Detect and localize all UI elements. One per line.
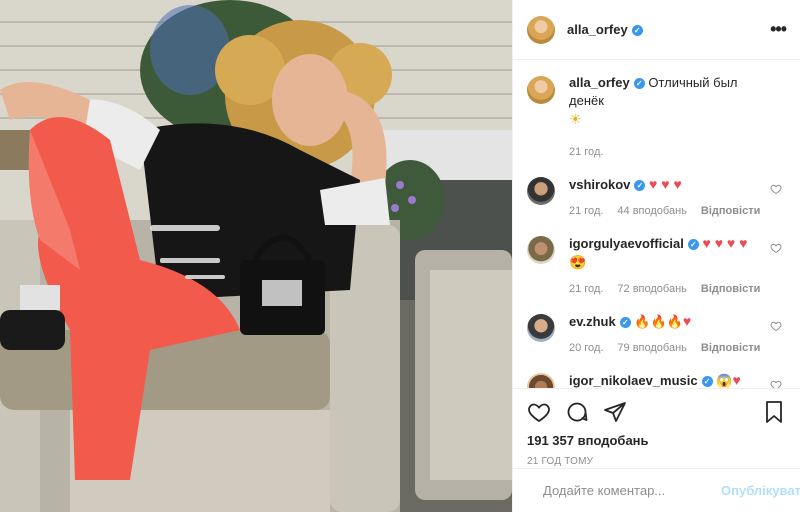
action-icons [527, 395, 786, 429]
post-timestamp[interactable]: 21 год тому [527, 456, 786, 467]
like-comment-heart-icon[interactable] [770, 242, 782, 254]
reply-button[interactable]: Відповісти [701, 202, 760, 220]
username-text[interactable]: alla_orfey [567, 22, 628, 37]
avatar[interactable] [527, 76, 555, 104]
caption-row: alla_orfey ✓ Отличный был денёк ☀ 21 год. [527, 74, 784, 161]
likes-count[interactable]: 191 357 вподобань [527, 433, 786, 448]
post-username[interactable]: alla_orfey ✓ [567, 22, 643, 37]
like-comment-heart-icon[interactable] [770, 320, 782, 332]
comment-row: igor_nikolaev_music ✓ 😱♥ [527, 371, 784, 388]
more-options-icon[interactable]: ••• [770, 19, 787, 40]
post-actions: 191 357 вподобань 21 год тому Опублікува… [513, 388, 800, 512]
comment-likes[interactable]: 79 вподобань [617, 339, 686, 357]
verified-badge-icon: ✓ [634, 180, 646, 191]
comment-likes[interactable]: 44 вподобань [617, 202, 686, 220]
comment-meta: 21 год. 72 вподобань Відповісти [569, 280, 766, 298]
comment-input[interactable] [541, 482, 721, 499]
comment-time[interactable]: 21 год. [569, 202, 603, 220]
reply-button[interactable]: Відповісти [701, 339, 760, 357]
comment-body: igor_nikolaev_music ✓ 😱♥ [569, 371, 784, 388]
verified-badge-icon: ✓ [687, 239, 699, 250]
comment-emoji: ♥ ♥ ♥ [649, 176, 682, 192]
scream-emoji-icon: 😱 [716, 373, 733, 388]
comment-row: ev.zhuk ✓ 🔥🔥🔥♥ 20 год. 79 вподобань Відпо… [527, 312, 784, 357]
heart-emoji-icon: ♥ [732, 372, 741, 388]
share-icon[interactable] [603, 400, 627, 424]
comment-likes[interactable]: 72 вподобань [617, 280, 686, 298]
bookmark-icon[interactable] [762, 400, 786, 424]
comment-username[interactable]: igorgulyaevofficial [569, 236, 684, 251]
verified-badge-icon: ✓ [631, 25, 643, 36]
photo-illustration [0, 0, 512, 512]
comment-meta: 21 год. 44 вподобань Відповісти [569, 202, 766, 220]
fire-emoji-icon: 🔥🔥🔥 [634, 314, 683, 329]
comment-icon[interactable] [565, 400, 589, 424]
caption-time[interactable]: 21 год. [569, 143, 766, 161]
post-header: alla_orfey ✓ ••• [513, 0, 800, 60]
verified-badge-icon: ✓ [701, 376, 713, 387]
caption-username[interactable]: alla_orfey [569, 75, 630, 90]
avatar[interactable] [527, 314, 555, 342]
publish-button[interactable]: Опублікувати [721, 483, 800, 498]
post-side-panel: alla_orfey ✓ ••• alla_orfey ✓ Отличный был… [512, 0, 800, 512]
reply-button[interactable]: Відповісти [701, 280, 760, 298]
heart-emoji-icon: ♥ [682, 313, 692, 329]
comments-list[interactable]: alla_orfey ✓ Отличный был денёк ☀ 21 год.… [513, 60, 800, 388]
sun-emoji-icon: ☀ [569, 111, 582, 127]
avatar[interactable] [527, 373, 555, 388]
like-comment-heart-icon[interactable] [770, 183, 782, 195]
comment-meta: 20 год. 79 вподобань Відповісти [569, 339, 766, 357]
avatar[interactable] [527, 177, 555, 205]
comment-time[interactable]: 20 год. [569, 339, 603, 357]
verified-badge-icon: ✓ [633, 78, 645, 89]
heart-icon[interactable] [527, 400, 551, 424]
instagram-post: alla_orfey ✓ ••• alla_orfey ✓ Отличный был… [0, 0, 800, 512]
comment-username[interactable]: ev.zhuk [569, 314, 616, 329]
like-comment-heart-icon[interactable] [770, 379, 782, 388]
comment-time[interactable]: 21 год. [569, 280, 603, 298]
avatar[interactable] [527, 236, 555, 264]
avatar[interactable] [527, 15, 555, 44]
comment-body: igorgulyaevofficial ✓ ♥ ♥ ♥ ♥ 😍 21 год. 7… [569, 234, 784, 298]
comment-row: vshirokov ✓ ♥ ♥ ♥ 21 год. 44 вподобань Ві… [527, 175, 784, 220]
verified-badge-icon: ✓ [619, 317, 631, 328]
post-photo[interactable] [0, 0, 512, 512]
comment-username[interactable]: igor_nikolaev_music [569, 373, 698, 388]
comment-username[interactable]: vshirokov [569, 177, 630, 192]
add-comment-bar: Опублікувати [513, 468, 800, 512]
comment-row: igorgulyaevofficial ✓ ♥ ♥ ♥ ♥ 😍 21 год. 7… [527, 234, 784, 298]
comment-body: vshirokov ✓ ♥ ♥ ♥ 21 год. 44 вподобань Ві… [569, 175, 784, 220]
comment-body: ev.zhuk ✓ 🔥🔥🔥♥ 20 год. 79 вподобань Відпо… [569, 312, 784, 357]
caption-body: alla_orfey ✓ Отличный был денёк ☀ 21 год. [569, 74, 784, 161]
